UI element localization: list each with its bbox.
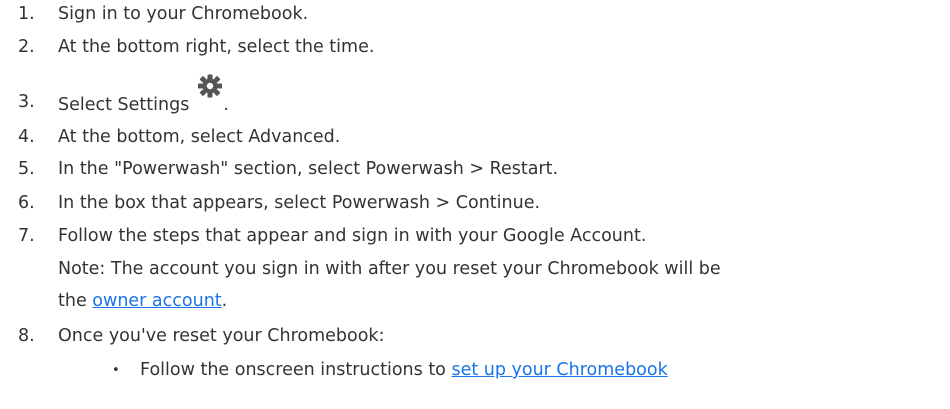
step-number: 5. <box>18 159 35 179</box>
step-text-period: . <box>223 95 229 115</box>
step-text: Sign in to your Chromebook. <box>58 4 309 24</box>
step-note: Note: The account you sign in with after… <box>58 259 721 279</box>
instructions-document: 1. Sign in to your Chromebook. 2. At the… <box>0 0 950 409</box>
step-text: At the bottom, select Advanced. <box>58 127 341 147</box>
step-number: 2. <box>18 37 35 57</box>
step-text: Select Settings <box>58 95 190 115</box>
step-text: Once you've reset your Chromebook: <box>58 326 385 346</box>
step-number: 7. <box>18 226 35 246</box>
step-number: 6. <box>18 193 35 213</box>
owner-account-link[interactable]: owner account <box>92 291 221 311</box>
sub-item-text: Follow the onscreen instructions to <box>140 360 452 380</box>
set-up-chromebook-link[interactable]: set up your Chromebook <box>451 360 667 380</box>
note-suffix: . <box>221 291 228 311</box>
step-number: 8. <box>18 326 35 346</box>
step-text-wrapper: Select Settings . <box>58 74 229 116</box>
sub-item-text-wrapper: Follow the onscreen instructions to set … <box>140 360 668 380</box>
step-text: Follow the steps that appear and sign in… <box>58 226 647 246</box>
step-text: In the box that appears, select Powerwas… <box>58 193 541 213</box>
step-text: In the "Powerwash" section, select Power… <box>58 159 559 179</box>
step-number: 1. <box>18 4 35 24</box>
step-text: At the bottom right, select the time. <box>58 37 375 57</box>
note-prefix: the <box>58 291 93 311</box>
step-number: 4. <box>18 127 35 147</box>
bullet: • <box>112 363 120 378</box>
step-number: 3. <box>18 92 35 112</box>
step-note-continued: the owner account. <box>58 291 227 311</box>
gear-icon <box>198 74 223 98</box>
